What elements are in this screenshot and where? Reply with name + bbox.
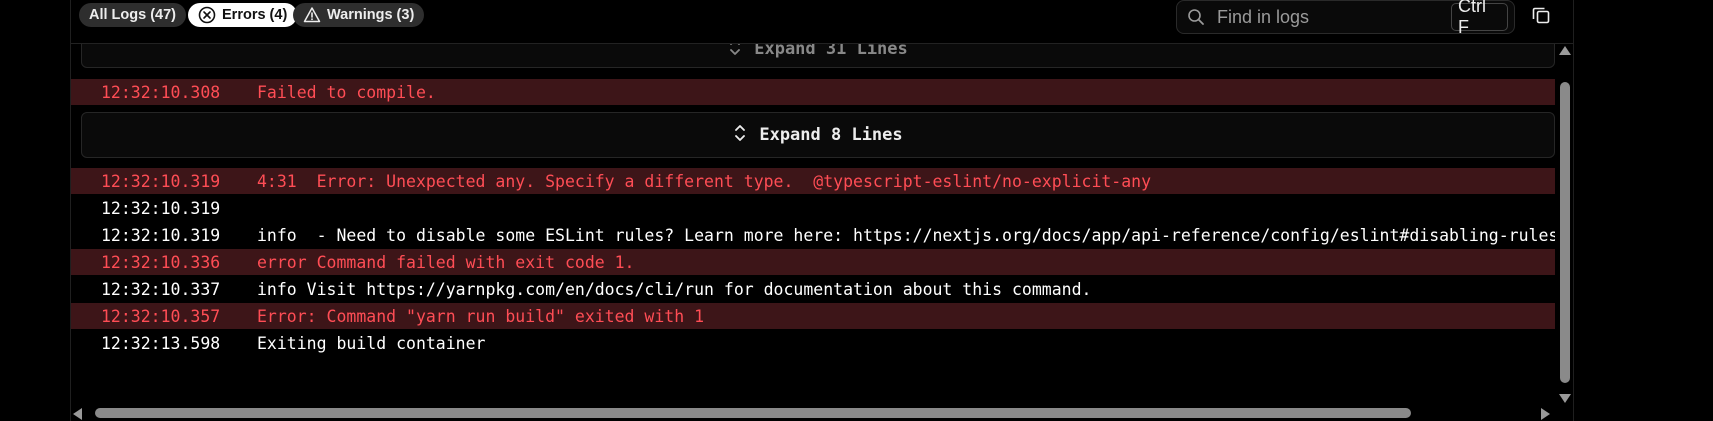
expand-mid-label: Expand 8 Lines — [759, 125, 903, 145]
log-list: Expand 31 Lines 12:32:10.308 Failed to c… — [71, 44, 1555, 406]
copy-logs-button[interactable] — [1526, 2, 1556, 32]
log-timestamp: 12:32:10.337 — [101, 279, 221, 299]
scroll-down-arrow-icon[interactable] — [1559, 394, 1571, 403]
log-row: 12:32:10.319 info - Need to disable some… — [71, 222, 1555, 248]
circle-x-icon — [198, 6, 216, 24]
log-row: 12:32:10.336 error Command failed with e… — [71, 249, 1555, 275]
log-row: 12:32:10.337 info Visit https://yarnpkg.… — [71, 276, 1555, 302]
vertical-scroll-thumb[interactable] — [1560, 82, 1570, 383]
scroll-right-arrow-icon[interactable] — [1541, 408, 1550, 420]
search-input[interactable] — [1215, 5, 1451, 29]
log-message: info Visit https://yarnpkg.com/en/docs/c… — [257, 279, 1092, 299]
log-timestamp: 12:32:10.336 — [101, 252, 221, 272]
search-icon — [1187, 8, 1205, 26]
log-row: 12:32:10.308 Failed to compile. — [71, 79, 1555, 105]
vertical-scrollbar[interactable] — [1557, 44, 1573, 406]
copy-icon — [1531, 5, 1551, 30]
filter-errors[interactable]: Errors (4) — [188, 3, 298, 27]
log-timestamp: 12:32:10.308 — [101, 82, 221, 102]
log-timestamp: 12:32:10.319 — [101, 198, 221, 218]
expand-top-label: Expand 31 Lines — [754, 44, 908, 59]
log-timestamp: 12:32:10.357 — [101, 306, 221, 326]
search-shortcut-hint: Ctrl F — [1451, 0, 1508, 37]
filter-all-logs[interactable]: All Logs (47) — [79, 3, 187, 27]
log-message: Exiting build container — [257, 333, 486, 353]
filter-errors-label: Errors (4) — [222, 7, 288, 23]
log-row: 12:32:10.357 Error: Command "yarn run bu… — [71, 303, 1555, 329]
log-timestamp: 12:32:13.598 — [101, 333, 221, 353]
filter-warnings-label: Warnings (3) — [327, 7, 415, 23]
expand-lines-button-top[interactable]: Expand 31 Lines — [81, 44, 1555, 68]
build-logs-panel: All Logs (47) Errors (4) Warnings (3) Ct… — [70, 0, 1574, 421]
horizontal-scrollbar[interactable] — [71, 406, 1557, 421]
filter-all-label: All Logs (47) — [89, 7, 177, 23]
scroll-left-arrow-icon[interactable] — [73, 408, 82, 420]
log-row: 12:32:13.598 Exiting build container — [71, 330, 1555, 356]
log-message: error Command failed with exit code 1. — [257, 252, 635, 272]
chevron-up-down-icon — [733, 122, 747, 149]
log-message: Error: Command "yarn run build" exited w… — [257, 306, 705, 326]
expand-lines-button[interactable]: Expand 8 Lines — [81, 112, 1555, 158]
chevron-up-down-icon — [728, 44, 742, 62]
log-message: info - Need to disable some ESLint rules… — [257, 225, 1555, 245]
log-toolbar: All Logs (47) Errors (4) Warnings (3) Ct… — [71, 0, 1573, 44]
horizontal-scroll-thumb[interactable] — [95, 408, 1411, 418]
log-search: Ctrl F — [1176, 0, 1515, 37]
log-timestamp: 12:32:10.319 — [101, 171, 221, 191]
warning-triangle-icon — [303, 6, 321, 24]
scroll-up-arrow-icon[interactable] — [1559, 46, 1571, 55]
log-message: 4:31 Error: Unexpected any. Specify a di… — [257, 171, 1152, 191]
log-row: 12:32:10.319 4:31 Error: Unexpected any.… — [71, 168, 1555, 194]
log-message: Failed to compile. — [257, 82, 436, 102]
log-timestamp: 12:32:10.319 — [101, 225, 221, 245]
log-row: 12:32:10.319 — [71, 195, 1555, 221]
filter-warnings[interactable]: Warnings (3) — [293, 3, 425, 27]
